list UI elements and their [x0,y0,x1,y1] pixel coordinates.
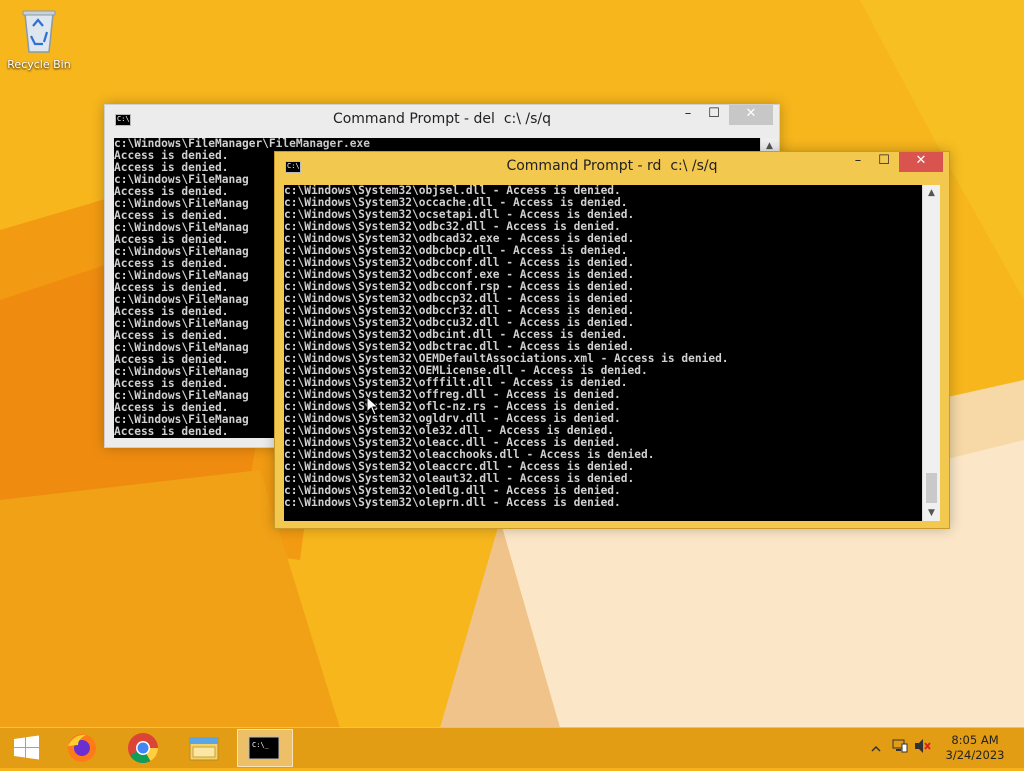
clock-time: 8:05 AM [951,733,999,747]
system-tray: 8:05 AM 3/24/2023 [864,728,1024,768]
windows-logo-icon [14,735,39,760]
network-icon[interactable] [892,738,908,758]
command-prompt-icon: C:\_ [248,736,280,760]
mouse-cursor-icon [366,395,380,420]
chrome-icon [128,733,158,764]
taskbar-file-explorer[interactable] [176,729,232,767]
scroll-up-arrow-icon[interactable]: ▲ [923,185,940,201]
taskbar: C:\_ 8:05 AM 3/24/2023 [0,727,1024,768]
minimize-button[interactable]: – [845,152,871,172]
start-button[interactable] [0,729,56,767]
close-button[interactable]: ✕ [729,105,773,125]
console-line: c:\Windows\System32\oleprn.dll - Access … [284,496,621,509]
cmd-window-rd[interactable]: C:\ Command Prompt - rd c:\ /s/q – ☐ ✕ c… [274,151,950,529]
close-button[interactable]: ✕ [899,152,943,172]
clock-date: 3/24/2023 [945,748,1005,762]
file-explorer-icon [189,737,219,761]
maximize-button[interactable]: ☐ [871,152,897,172]
taskbar-command-prompt[interactable]: C:\_ [237,729,293,767]
recycle-bin-shortcut[interactable]: Recycle Bin [6,6,72,71]
scroll-down-arrow-icon[interactable]: ▼ [923,505,940,521]
scrollbar-thumb[interactable] [926,473,937,503]
show-hidden-icons-icon[interactable] [870,740,882,759]
recycle-bin-icon [19,6,59,54]
svg-text:C:\_: C:\_ [252,741,270,749]
volume-muted-icon[interactable] [914,738,932,758]
recycle-bin-label: Recycle Bin [7,58,71,71]
maximize-button[interactable]: ☐ [701,105,727,125]
cmd-window-rd-console[interactable]: c:\Windows\System32\objsel.dll - Access … [284,185,922,521]
taskbar-clock[interactable]: 8:05 AM 3/24/2023 [940,733,1010,763]
taskbar-chrome[interactable] [115,729,171,767]
taskbar-firefox[interactable] [54,729,110,767]
cmd-window-rd-titlebar[interactable]: C:\ Command Prompt - rd c:\ /s/q – ☐ ✕ [275,152,949,180]
firefox-icon [68,734,96,762]
minimize-button[interactable]: – [675,105,701,125]
cmd-window-rd-scrollbar[interactable]: ▲ ▼ [922,185,940,521]
cmd-window-del-titlebar[interactable]: C:\ Command Prompt - del c:\ /s/q – ☐ ✕ [105,105,779,133]
